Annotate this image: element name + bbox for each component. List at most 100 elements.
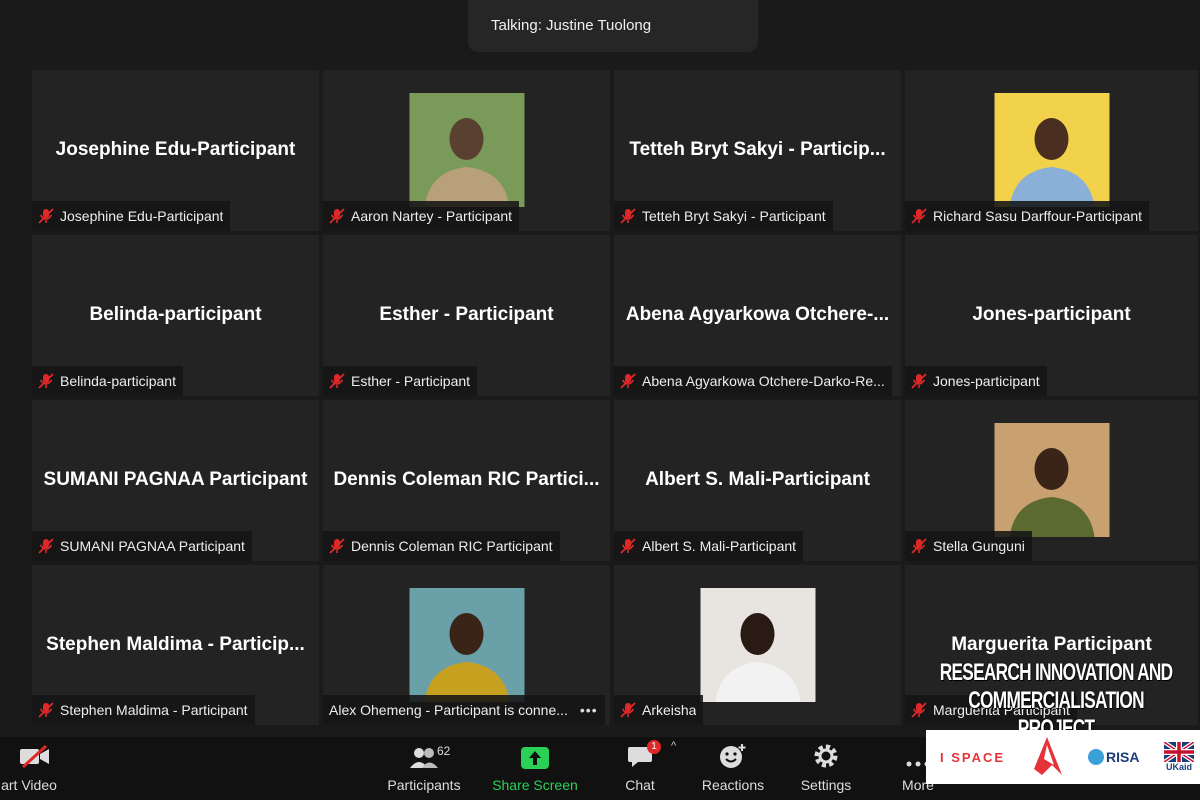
participant-label: Stella Gunguni — [905, 531, 1032, 561]
participant-label-text: Aaron Nartey - Participant — [351, 208, 513, 224]
participant-photo — [994, 423, 1109, 537]
participant-label-text: Jones-participant — [933, 373, 1040, 389]
participant-gallery: Josephine Edu-Participant Josephine Edu-P… — [32, 70, 1198, 725]
risa-logo-text: RISA — [1106, 749, 1140, 765]
participant-name: Marguerita Participant — [951, 634, 1152, 655]
participant-tile[interactable]: Jones-participant Jones-participant — [905, 235, 1198, 396]
share-screen-button[interactable]: Share Screen — [488, 737, 582, 800]
reactions-label: Reactions — [701, 777, 765, 793]
participants-count: 62 — [437, 744, 451, 758]
participant-tile[interactable]: Aaron Nartey - Participant — [323, 70, 610, 231]
start-video-button[interactable]: art Video — [0, 737, 70, 800]
settings-label: Settings — [800, 777, 852, 793]
reactions-button[interactable]: Reactions — [698, 737, 768, 800]
participants-icon: 62 — [409, 737, 450, 773]
participant-label: Alex Ohemeng - Participant is conne... ••… — [323, 695, 605, 725]
participant-tile[interactable]: Abena Agyarkowa Otchere-... Abena Agyarko… — [614, 235, 901, 396]
share-screen-icon — [521, 737, 549, 773]
participant-label: Jones-participant — [905, 366, 1047, 396]
participant-tile[interactable]: Esther - Participant Esther - Participant — [323, 235, 610, 396]
muted-mic-icon — [329, 373, 345, 389]
participant-label: Tetteh Bryt Sakyi - Participant — [614, 201, 833, 231]
participant-tile[interactable]: Belinda-participant Belinda-participant — [32, 235, 319, 396]
participant-photo — [994, 93, 1109, 207]
participant-name: Abena Agyarkowa Otchere-... — [625, 304, 890, 325]
settings-button[interactable]: Settings — [796, 737, 856, 800]
muted-mic-icon — [38, 702, 54, 718]
muted-mic-icon — [620, 702, 636, 718]
chat-button[interactable]: 1 Chat — [618, 737, 662, 800]
participant-name: Albert S. Mali-Participant — [645, 469, 870, 490]
video-off-icon — [20, 737, 50, 773]
active-speaker-banner: Talking: Justine Tuolong — [468, 0, 758, 52]
participant-label: Abena Agyarkowa Otchere-Darko-Re... — [614, 366, 892, 396]
participant-label: Belinda-participant — [32, 366, 183, 396]
muted-mic-icon — [620, 208, 636, 224]
participant-name: Josephine Edu-Participant — [55, 139, 296, 160]
participant-label-text: Albert S. Mali-Participant — [642, 538, 797, 554]
muted-mic-icon — [38, 373, 54, 389]
ispace-logo: I SPACE — [940, 749, 1006, 765]
muted-mic-icon — [911, 373, 927, 389]
participant-label-text: Belinda-participant — [60, 373, 176, 389]
participants-label: Participants — [387, 777, 461, 793]
muted-mic-icon — [911, 538, 927, 554]
participant-label-text: Arkeisha — [642, 702, 697, 718]
muted-mic-icon — [329, 538, 345, 554]
participant-tile[interactable]: Richard Sasu Darffour-Participant — [905, 70, 1198, 231]
muted-mic-icon — [329, 208, 345, 224]
participant-tile[interactable]: SUMANI PAGNAA Participant SUMANI PAGNAA P… — [32, 400, 319, 561]
muted-mic-icon — [38, 538, 54, 554]
sponsor-logos: I SPACE RISA UKaid — [926, 730, 1200, 784]
start-video-label: art Video — [1, 777, 57, 793]
participant-photo — [700, 588, 815, 702]
muted-mic-icon — [620, 373, 636, 389]
participant-label-text: Tetteh Bryt Sakyi - Participant — [642, 208, 826, 224]
participant-name: Stephen Maldima - Particip... — [46, 634, 305, 655]
globe-icon — [1088, 749, 1105, 765]
muted-mic-icon — [38, 208, 54, 224]
ric-logo-icon — [1033, 737, 1062, 775]
share-screen-label: Share Screen — [492, 777, 578, 793]
participant-name: Tetteh Bryt Sakyi - Particip... — [629, 139, 886, 160]
participant-tile[interactable]: Dennis Coleman RIC Partici... Dennis Cole… — [323, 400, 610, 561]
muted-mic-icon — [620, 538, 636, 554]
participant-name: Esther - Participant — [379, 304, 554, 325]
participant-tile[interactable]: Stephen Maldima - Particip... Stephen Mal… — [32, 565, 319, 725]
participant-tile[interactable]: Alex Ohemeng - Participant is conne... ••… — [323, 565, 610, 725]
participant-tile[interactable]: Tetteh Bryt Sakyi - Particip... Tetteh Br… — [614, 70, 901, 231]
muted-mic-icon — [911, 702, 927, 718]
chat-options-caret[interactable]: ^ — [671, 740, 676, 752]
participant-label: Richard Sasu Darffour-Participant — [905, 201, 1150, 231]
participant-label-text: Stephen Maldima - Participant — [60, 702, 248, 718]
participant-tile[interactable]: Stella Gunguni — [905, 400, 1198, 561]
project-title-overlay: RESEARCH INNOVATION AND COMMERCIALISATIO… — [938, 659, 1174, 742]
chat-icon: 1 — [627, 737, 661, 773]
gear-icon — [813, 737, 839, 773]
participants-button[interactable]: 62 Participants — [384, 737, 464, 800]
ukaid-logo-text: UKaid — [1165, 762, 1192, 772]
participant-tile[interactable]: Arkeisha — [614, 565, 901, 725]
participant-label: Stephen Maldima - Participant — [32, 695, 255, 725]
participant-label-text: Alex Ohemeng - Participant is conne... — [329, 702, 568, 718]
participant-label-text: Abena Agyarkowa Otchere-Darko-Re... — [642, 373, 885, 389]
talking-label: Talking: Justine Tuolong — [491, 17, 652, 34]
participant-name: Jones-participant — [972, 304, 1131, 325]
participant-label-text: Esther - Participant — [351, 373, 471, 389]
participant-label: SUMANI PAGNAA Participant — [32, 531, 252, 561]
participant-tile[interactable]: Albert S. Mali-Participant Albert S. Mali… — [614, 400, 901, 561]
participant-label: Aaron Nartey - Participant — [323, 201, 520, 231]
union-jack-icon — [1163, 742, 1194, 762]
participant-label-text: Stella Gunguni — [933, 538, 1025, 554]
participant-label: Dennis Coleman RIC Participant — [323, 531, 560, 561]
participant-label: Josephine Edu-Participant — [32, 201, 231, 231]
participant-label: Arkeisha — [614, 695, 704, 725]
chat-label: Chat — [625, 777, 655, 793]
participant-name: SUMANI PAGNAA Participant — [43, 469, 308, 490]
ukaid-logo: UKaid — [1163, 742, 1194, 772]
participant-name: Belinda-participant — [89, 304, 262, 325]
participant-tile[interactable]: Josephine Edu-Participant Josephine Edu-P… — [32, 70, 319, 231]
participant-label-text: SUMANI PAGNAA Participant — [60, 538, 245, 554]
smiley-plus-icon — [719, 737, 747, 773]
tile-more-options[interactable]: ••• — [580, 702, 598, 718]
